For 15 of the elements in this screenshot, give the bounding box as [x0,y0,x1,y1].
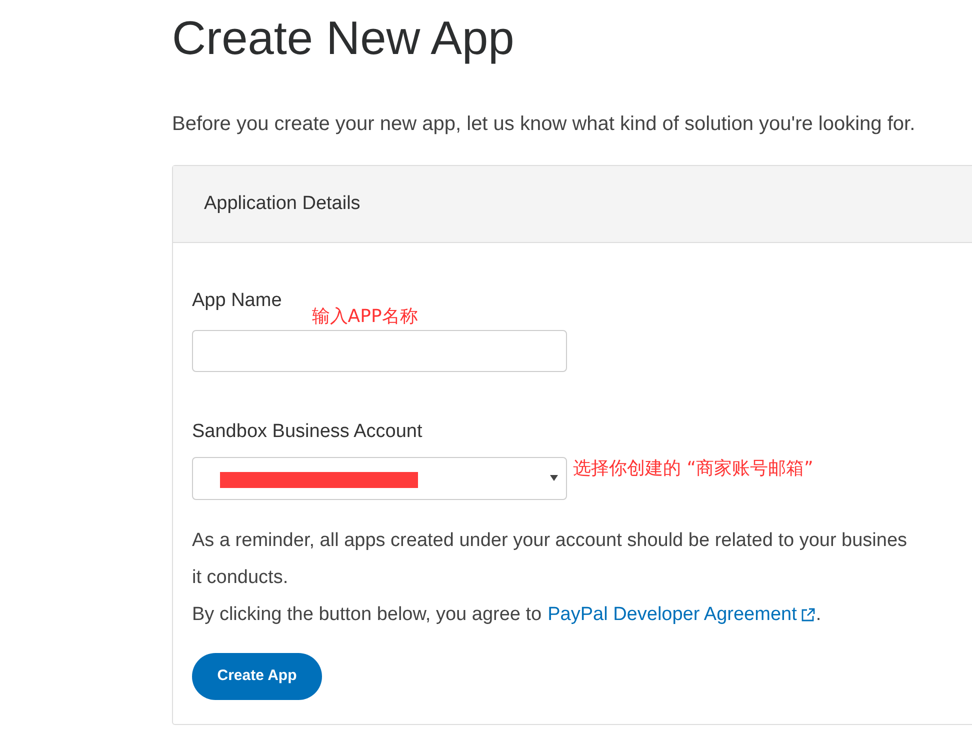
field-label: Sandbox Business Account [192,420,424,444]
annotation-text: 输入APP名称 [312,304,418,328]
account-select[interactable] [192,457,567,500]
agreement-link[interactable]: PayPal Developer Agreement [548,596,816,633]
period-text: . [816,603,822,627]
caret-icon [550,475,558,481]
card-header-title: Application Details [204,192,360,216]
external-link-icon [800,606,816,622]
page-subtitle: Before you create your new app, let us know what kind of solution you're looking for. [172,112,916,137]
app-name-field[interactable] [192,330,567,372]
reminder-text: As a reminder, all apps created under your account should be related to your busines it conducts. [192,529,908,590]
field-label: App Name [192,289,282,313]
annotation-text: 选择你创建的 “商家账号邮箱” [573,457,814,481]
create-app-button[interactable]: Create App [192,653,322,700]
agreement-text: By clicking the button below, you agree to [192,603,542,627]
